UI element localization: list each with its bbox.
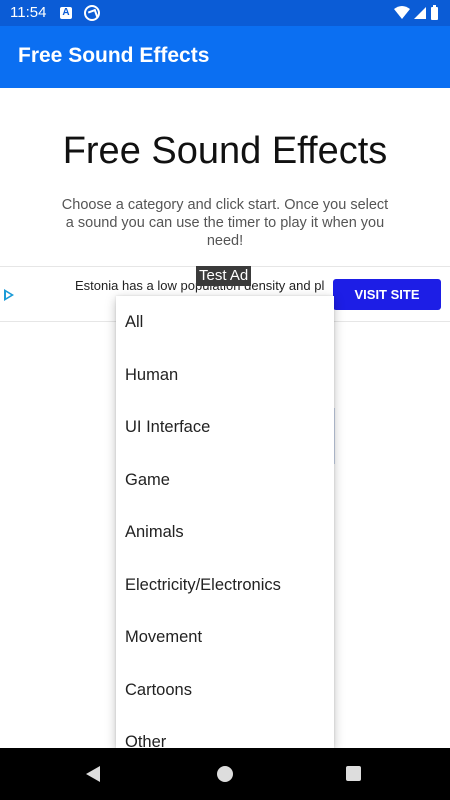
dropdown-item-other[interactable]: Other — [116, 716, 334, 748]
back-icon[interactable] — [86, 766, 100, 782]
dropdown-item-all[interactable]: All — [116, 296, 334, 349]
dropdown-item-animals[interactable]: Animals — [116, 506, 334, 559]
status-bar: 11:54 A — [0, 0, 450, 26]
dropdown-item-human[interactable]: Human — [116, 349, 334, 402]
nav-bar — [0, 748, 450, 800]
status-right-icons — [394, 5, 438, 20]
battery-icon — [431, 5, 438, 20]
home-icon[interactable] — [217, 766, 233, 782]
ad-choices-icon[interactable] — [4, 289, 14, 301]
app-bar: Free Sound Effects — [0, 26, 450, 88]
recents-icon[interactable] — [346, 766, 361, 781]
status-time: 11:54 — [10, 4, 47, 21]
page-title: Free Sound Effects — [62, 130, 388, 172]
a-icon: A — [60, 7, 72, 19]
category-dropdown[interactable]: All Human UI Interface Game Animals Elec… — [116, 296, 334, 748]
test-ad-label: Test Ad — [196, 266, 252, 286]
dropdown-item-ui-interface[interactable]: UI Interface — [116, 401, 334, 454]
dropdown-item-electricity[interactable]: Electricity/Electronics — [116, 559, 334, 612]
visit-site-button[interactable]: VISIT SITE — [333, 279, 441, 310]
dropdown-item-game[interactable]: Game — [116, 454, 334, 507]
app-title: Free Sound Effects — [18, 44, 210, 67]
dropdown-item-cartoons[interactable]: Cartoons — [116, 664, 334, 717]
wifi-icon — [394, 6, 410, 19]
signal-icon — [414, 7, 426, 19]
at-icon — [84, 5, 100, 21]
dropdown-item-movement[interactable]: Movement — [116, 611, 334, 664]
page-description: Choose a category and click start. Once … — [61, 197, 389, 249]
